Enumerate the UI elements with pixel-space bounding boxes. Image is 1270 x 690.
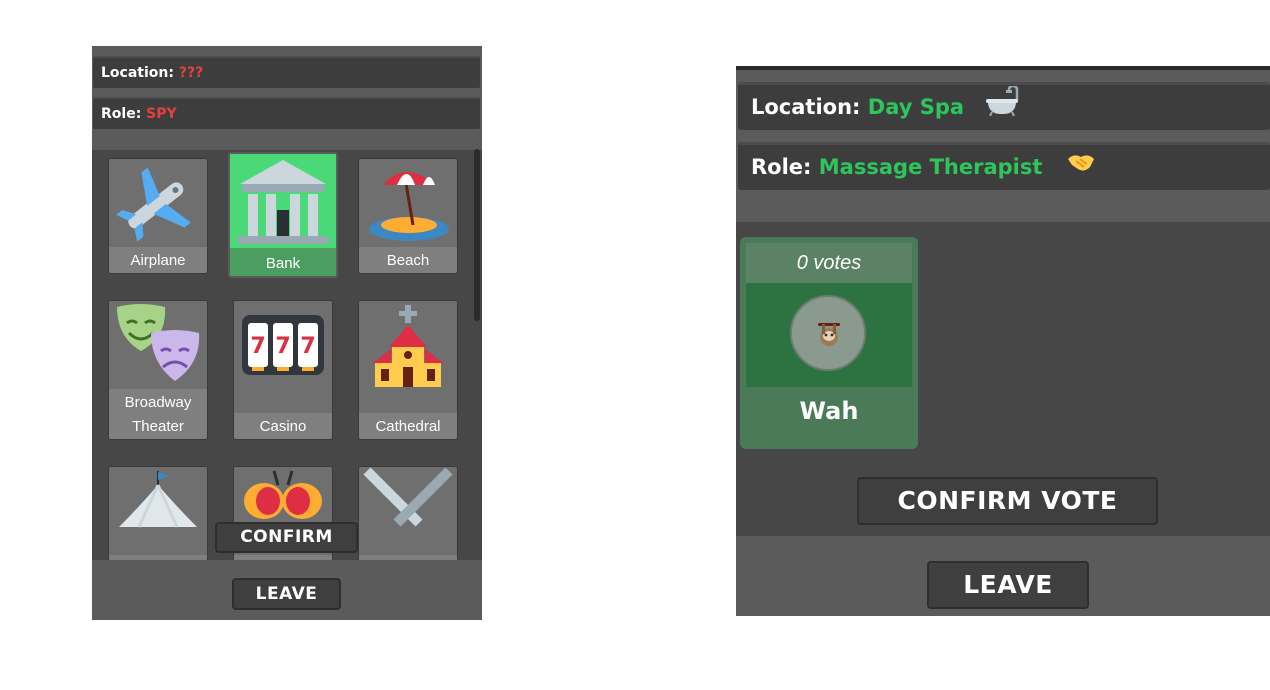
location-tile-beach[interactable]: Beach xyxy=(358,158,458,274)
location-name: Broadway Theater xyxy=(124,394,192,435)
panel-top-border xyxy=(736,66,1270,70)
role-bar: Role: Massage Therapist xyxy=(738,142,1270,190)
vote-count: 0 votes xyxy=(746,243,912,283)
leave-button[interactable]: LEAVE xyxy=(927,561,1089,609)
avatar-strip xyxy=(746,283,912,387)
role-label: Role: xyxy=(101,106,142,122)
svg-text:7: 7 xyxy=(250,334,265,359)
player-vote-card[interactable]: 0 votes Wah xyxy=(740,237,918,449)
location-tile-swords[interactable] xyxy=(358,466,458,560)
bathtub-icon xyxy=(985,84,1019,131)
crossed-swords-icon xyxy=(359,467,457,555)
location-bar: Location: ??? xyxy=(93,56,480,88)
avatar xyxy=(790,295,866,371)
location-name: Casino xyxy=(259,418,307,435)
svg-text:7: 7 xyxy=(300,334,315,359)
bank-icon xyxy=(230,154,336,248)
role-label: Role: xyxy=(751,155,812,179)
location-grid[interactable]: Airplane Bank Beach Broadway Theater 7 7… xyxy=(92,150,482,560)
location-name: Bank xyxy=(265,255,301,272)
church-icon xyxy=(359,301,457,413)
location-label: Location: xyxy=(751,95,861,119)
airplane-icon xyxy=(109,159,207,247)
location-tile-bank[interactable]: Bank xyxy=(228,152,338,278)
location-bar: Location: Day Spa xyxy=(738,82,1270,130)
circus-tent-icon xyxy=(109,467,207,555)
svg-text:7: 7 xyxy=(275,334,290,359)
player-game-panel: Location: Day Spa Role: Massage Therapis… xyxy=(736,66,1270,616)
handshake-icon xyxy=(1066,146,1096,190)
location-value: Day Spa xyxy=(867,95,965,119)
location-tile-circus[interactable] xyxy=(108,466,208,560)
player-name: Wah xyxy=(799,397,859,425)
location-tile-cathedral[interactable]: Cathedral xyxy=(358,300,458,440)
location-tile-casino[interactable]: 7 7 7 Casino xyxy=(233,300,333,440)
location-tile-broadway-theater[interactable]: Broadway Theater xyxy=(108,300,208,440)
vote-area: 0 votes Wah CONFIRM VOTE xyxy=(736,222,1270,536)
location-name: Airplane xyxy=(130,252,186,269)
location-name: Cathedral xyxy=(375,418,441,435)
slot-machine-icon: 7 7 7 xyxy=(234,301,332,413)
leave-button[interactable]: LEAVE xyxy=(232,578,341,610)
spy-game-panel: Location: ??? Role: SPY Airplane Bank Be… xyxy=(92,46,482,620)
beach-umbrella-icon xyxy=(359,159,457,247)
confirm-vote-button[interactable]: CONFIRM VOTE xyxy=(857,477,1158,525)
location-value: ??? xyxy=(178,65,204,81)
sloth-icon xyxy=(814,319,844,353)
location-name: Beach xyxy=(386,252,430,269)
theater-masks-icon xyxy=(109,301,207,389)
confirm-button[interactable]: CONFIRM xyxy=(215,522,358,553)
role-value: Massage Therapist xyxy=(818,155,1043,179)
grid-scrollbar[interactable] xyxy=(474,149,480,321)
location-tile-airplane[interactable]: Airplane xyxy=(108,158,208,274)
role-bar: Role: SPY xyxy=(93,97,480,129)
role-value: SPY xyxy=(146,106,177,122)
location-label: Location: xyxy=(101,65,174,81)
